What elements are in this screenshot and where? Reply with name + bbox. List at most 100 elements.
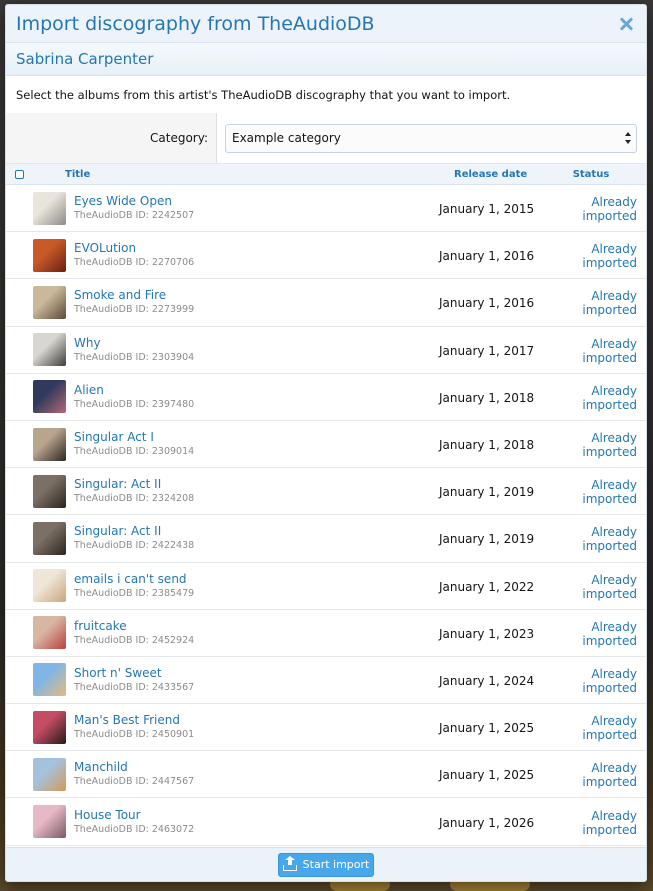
- thumb-cell: [6, 380, 74, 414]
- release-date: January 1, 2022: [439, 579, 535, 594]
- title-cell: Short n' Sweet TheAudioDB ID: 2433567: [74, 666, 439, 694]
- table-row: Singular: Act II TheAudioDB ID: 2422438 Ja…: [6, 515, 646, 563]
- overlay-title-bar: Import discography from TheAudioDB: [6, 5, 646, 43]
- import-status[interactable]: Already imported: [542, 665, 646, 695]
- import-status[interactable]: Already imported: [542, 287, 646, 317]
- release-date: January 1, 2015: [439, 202, 535, 217]
- release-date: January 1, 2016: [439, 249, 535, 264]
- album-title-link[interactable]: EVOLution: [74, 241, 439, 256]
- album-title-link[interactable]: Eyes Wide Open: [74, 194, 439, 209]
- title-cell: House Tour TheAudioDB ID: 2463072: [74, 808, 439, 836]
- import-status[interactable]: Already imported: [542, 618, 646, 648]
- table-row: emails i can't send TheAudioDB ID: 238547…: [6, 563, 646, 610]
- album-title-link[interactable]: Smoke and Fire: [74, 288, 439, 303]
- album-cover: [33, 474, 66, 508]
- album-title-link[interactable]: House Tour: [74, 808, 439, 823]
- title-cell: Singular: Act II TheAudioDB ID: 2324208: [74, 477, 439, 505]
- release-date: January 1, 2018: [439, 390, 535, 405]
- import-status[interactable]: Already imported: [542, 382, 646, 412]
- release-date: January 1, 2025: [439, 768, 535, 783]
- title-cell: Eyes Wide Open TheAudioDB ID: 2242507: [74, 194, 439, 222]
- header-status: Status: [572, 168, 610, 180]
- overlay-title: Import discography from TheAudioDB: [16, 12, 375, 35]
- album-id: TheAudioDB ID: 2433567: [74, 681, 195, 693]
- album-cover: [33, 285, 66, 319]
- category-field: Example category: [217, 113, 646, 163]
- header-title[interactable]: Title: [65, 169, 454, 180]
- import-status[interactable]: Already imported: [542, 712, 646, 742]
- thumb-cell: [6, 474, 74, 508]
- table-row: Short n' Sweet TheAudioDB ID: 2433567 Janu…: [6, 657, 646, 705]
- album-title-link[interactable]: Singular: Act II: [74, 524, 439, 539]
- album-title-link[interactable]: fruitcake: [74, 619, 439, 634]
- thumb-cell: [6, 427, 74, 461]
- import-status[interactable]: Already imported: [542, 335, 646, 365]
- album-cover: [33, 191, 66, 225]
- album-cover: [33, 663, 66, 697]
- table-row: Alien TheAudioDB ID: 2397480 January 1, 20…: [6, 374, 646, 421]
- import-status[interactable]: Already imported: [542, 759, 646, 789]
- import-status[interactable]: Already imported: [542, 571, 646, 601]
- start-import-button[interactable]: Start import: [278, 852, 374, 877]
- import-status[interactable]: Already imported: [542, 807, 646, 837]
- release-date: January 1, 2016: [439, 296, 535, 311]
- album-id: TheAudioDB ID: 2303904: [74, 351, 195, 363]
- album-title-link[interactable]: Man's Best Friend: [74, 713, 439, 728]
- table-row: EVOLution TheAudioDB ID: 2270706 January 1…: [6, 232, 646, 280]
- overlay-footer: Start import: [6, 847, 646, 881]
- album-id: TheAudioDB ID: 2242507: [74, 210, 195, 222]
- thumb-cell: [6, 663, 74, 697]
- import-status[interactable]: Already imported: [542, 523, 646, 553]
- album-cover: [33, 757, 66, 791]
- title-cell: Smoke and Fire TheAudioDB ID: 2273999: [74, 288, 439, 316]
- title-cell: emails i can't send TheAudioDB ID: 238547…: [74, 572, 439, 600]
- category-row: Category: Example category: [6, 113, 646, 163]
- title-cell: Singular Act I TheAudioDB ID: 2309014: [74, 430, 439, 458]
- album-id: TheAudioDB ID: 2309014: [74, 446, 195, 458]
- release-date: January 1, 2018: [439, 438, 535, 453]
- album-title-link[interactable]: Short n' Sweet: [74, 666, 439, 681]
- album-id: TheAudioDB ID: 2397480: [74, 398, 195, 410]
- header-release-date[interactable]: Release date: [454, 169, 542, 180]
- album-cover: [33, 805, 66, 839]
- table-row: Singular: Act II TheAudioDB ID: 2324208 Ja…: [6, 468, 646, 516]
- release-date: January 1, 2019: [439, 485, 535, 500]
- album-cover: [33, 238, 66, 272]
- select-all-checkbox[interactable]: [15, 169, 24, 179]
- album-cover: [33, 380, 66, 414]
- album-title-link[interactable]: emails i can't send: [74, 572, 439, 587]
- table-row: Why TheAudioDB ID: 2303904 January 1, 2017…: [6, 327, 646, 374]
- album-title-link[interactable]: Singular Act I: [74, 430, 439, 445]
- album-title-link[interactable]: Alien: [74, 383, 439, 398]
- album-title-link[interactable]: Why: [74, 336, 439, 351]
- title-cell: Why TheAudioDB ID: 2303904: [74, 336, 439, 364]
- import-status[interactable]: Already imported: [542, 193, 646, 223]
- title-cell: Alien TheAudioDB ID: 2397480: [74, 383, 439, 411]
- close-icon[interactable]: [616, 14, 636, 34]
- category-select[interactable]: Example category: [225, 123, 637, 153]
- album-title-link[interactable]: Singular: Act II: [74, 477, 439, 492]
- thumb-cell: [6, 191, 74, 225]
- table-header: Title Release date Status: [6, 163, 646, 185]
- select-all-cell: [6, 169, 65, 179]
- import-status[interactable]: Already imported: [542, 240, 646, 270]
- release-date: January 1, 2019: [439, 532, 535, 547]
- album-cover: [33, 427, 66, 461]
- album-title-link[interactable]: Manchild: [74, 760, 439, 775]
- import-status[interactable]: Already imported: [542, 429, 646, 459]
- album-id: TheAudioDB ID: 2450901: [74, 729, 195, 741]
- release-date: January 1, 2017: [439, 343, 535, 358]
- title-cell: EVOLution TheAudioDB ID: 2270706: [74, 241, 439, 269]
- album-id: TheAudioDB ID: 2447567: [74, 776, 195, 788]
- start-import-label: Start import: [302, 858, 370, 871]
- title-cell: Singular: Act II TheAudioDB ID: 2422438: [74, 524, 439, 552]
- album-cover: [33, 333, 66, 367]
- category-label: Category:: [6, 113, 217, 163]
- category-select-value: Example category: [232, 131, 341, 145]
- title-cell: Man's Best Friend TheAudioDB ID: 2450901: [74, 713, 439, 741]
- explain-text: Select the albums from this artist's The…: [16, 87, 511, 102]
- title-cell: fruitcake TheAudioDB ID: 2452924: [74, 619, 439, 647]
- release-date: January 1, 2026: [439, 815, 535, 830]
- table-row: Singular Act I TheAudioDB ID: 2309014 Janu…: [6, 421, 646, 469]
- import-status[interactable]: Already imported: [542, 476, 646, 506]
